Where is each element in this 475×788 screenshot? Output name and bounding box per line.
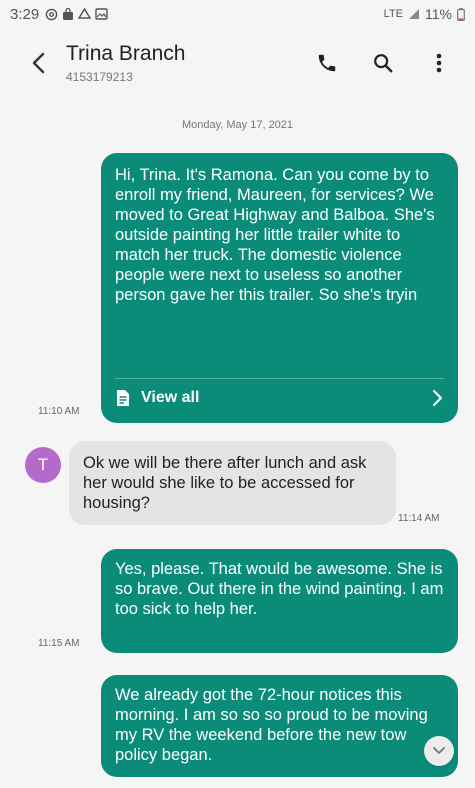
more-options-button[interactable] [421,45,457,81]
contact-number: 4153179213 [66,70,133,84]
status-right: LTE 11% [384,6,465,22]
outgoing-message-bubble[interactable]: We already got the 72-hour notices this … [101,675,458,777]
outgoing-message-bubble[interactable]: Hi, Trina. It's Ramona. Can you come by … [101,153,458,423]
message-text: Yes, please. That would be awesome. She … [115,560,444,618]
outgoing-message-bubble[interactable]: Yes, please. That would be awesome. She … [101,549,458,653]
view-all-label: View all [141,388,200,406]
header-actions [309,45,457,81]
status-time: 3:29 [10,5,40,23]
notification-icons [45,7,108,21]
more-vert-icon [436,53,442,73]
date-separator: Monday, May 17, 2021 [181,119,294,131]
view-all-button[interactable]: View all [115,378,444,416]
incoming-message-bubble[interactable]: Ok we will be there after lunch and ask … [69,441,396,525]
contact-info[interactable]: Trina Branch 4153179213 [66,42,309,84]
call-button[interactable] [309,45,345,81]
battery-icon [457,7,465,21]
avatar-initial: T [37,455,49,474]
phone-icon [318,54,336,72]
signal-icon [409,9,420,19]
message-timestamp: 11:14 AM [398,513,440,524]
bag-icon [63,7,74,20]
back-button[interactable] [12,37,64,89]
scroll-to-bottom-button[interactable] [424,736,454,766]
search-icon [374,54,393,73]
chevron-down-icon [433,747,445,754]
status-left: 3:29 [10,6,108,23]
conversation-header: Trina Branch 4153179213 [0,32,475,94]
at-icon [45,8,58,20]
contact-avatar[interactable]: T [25,447,61,483]
message-text: Ok we will be there after lunch and ask … [83,454,367,512]
battery-level: 11% [425,6,452,22]
message-text: Hi, Trina. It's Ramona. Can you come by … [115,166,435,304]
message-text: We already got the 72-hour notices this … [115,686,428,764]
message-timestamp: 11:15 AM [38,638,80,649]
image-icon [95,8,108,20]
chevron-right-icon [432,389,443,406]
message-timestamp: 11:10 AM [38,406,80,417]
network-label: LTE [383,8,404,20]
search-button[interactable] [365,45,401,81]
status-bar: 3:29 LTE 11% [0,0,475,28]
back-arrow-icon [32,52,45,74]
document-icon [117,389,129,406]
contact-name: Trina Branch [66,42,186,65]
drive-icon [78,8,92,19]
